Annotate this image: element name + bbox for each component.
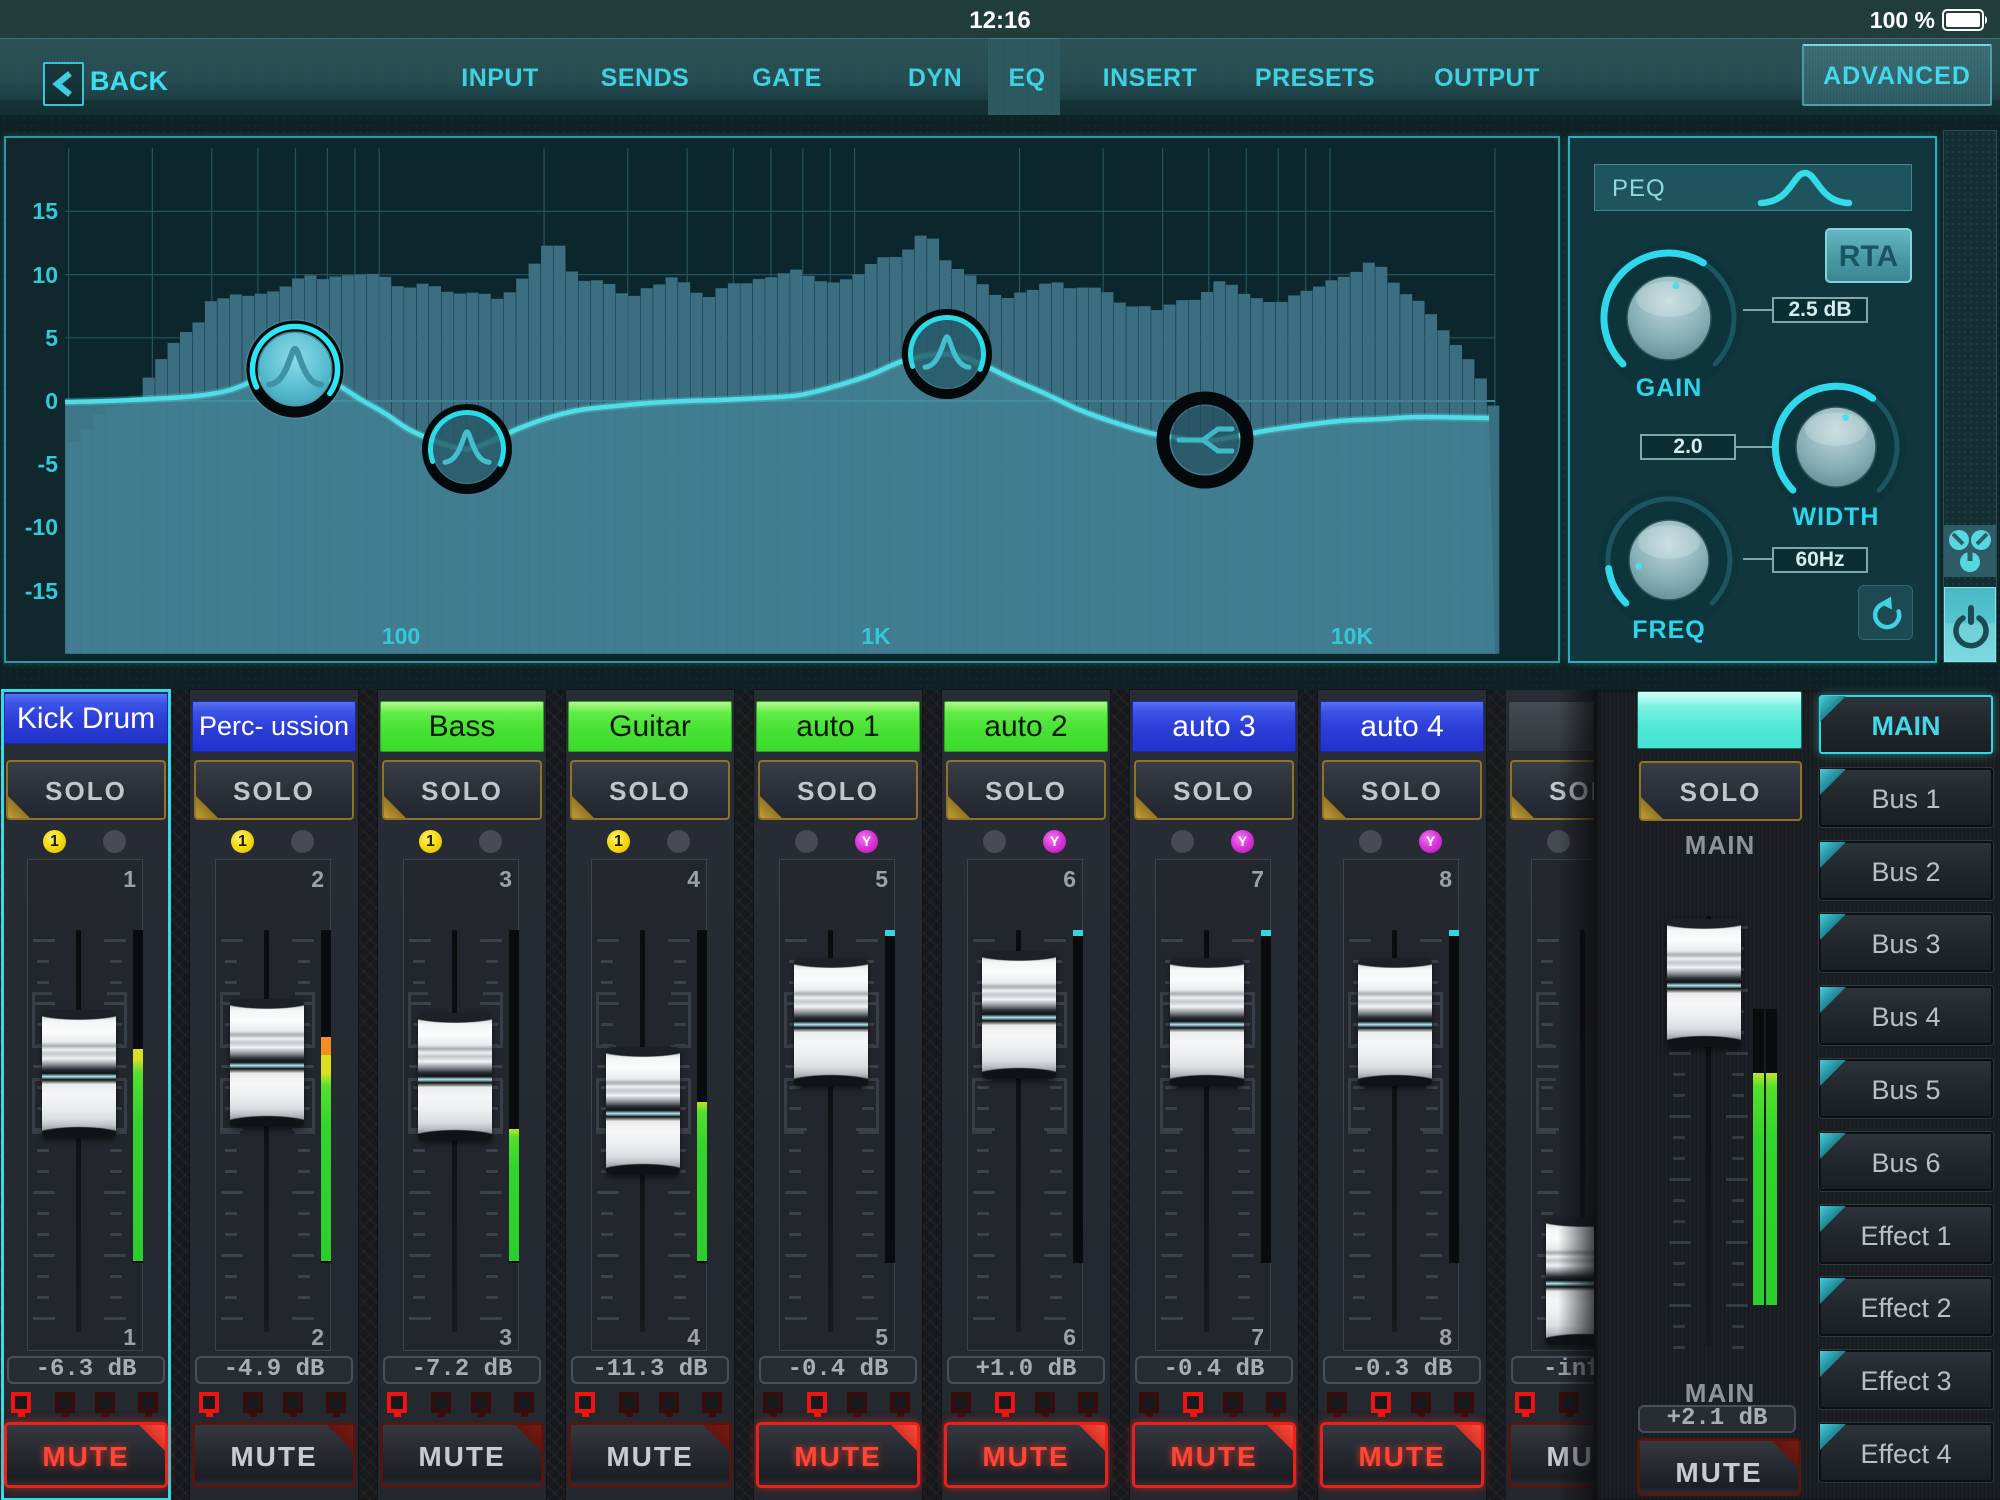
svg-text:-10: -10 bbox=[25, 514, 58, 540]
svg-text:15: 15 bbox=[32, 198, 58, 224]
svg-text:10: 10 bbox=[32, 262, 58, 288]
svg-text:10K: 10K bbox=[1331, 623, 1374, 649]
svg-text:WIDTH: WIDTH bbox=[1793, 503, 1880, 531]
svg-text:FREQ: FREQ bbox=[1632, 616, 1705, 644]
svg-text:0: 0 bbox=[45, 388, 58, 414]
svg-text:1K: 1K bbox=[861, 623, 891, 649]
svg-text:-5: -5 bbox=[38, 451, 59, 477]
svg-text:100: 100 bbox=[382, 623, 420, 649]
svg-text:5: 5 bbox=[45, 325, 58, 351]
svg-text:-15: -15 bbox=[25, 578, 58, 604]
svg-text:GAIN: GAIN bbox=[1636, 374, 1703, 402]
